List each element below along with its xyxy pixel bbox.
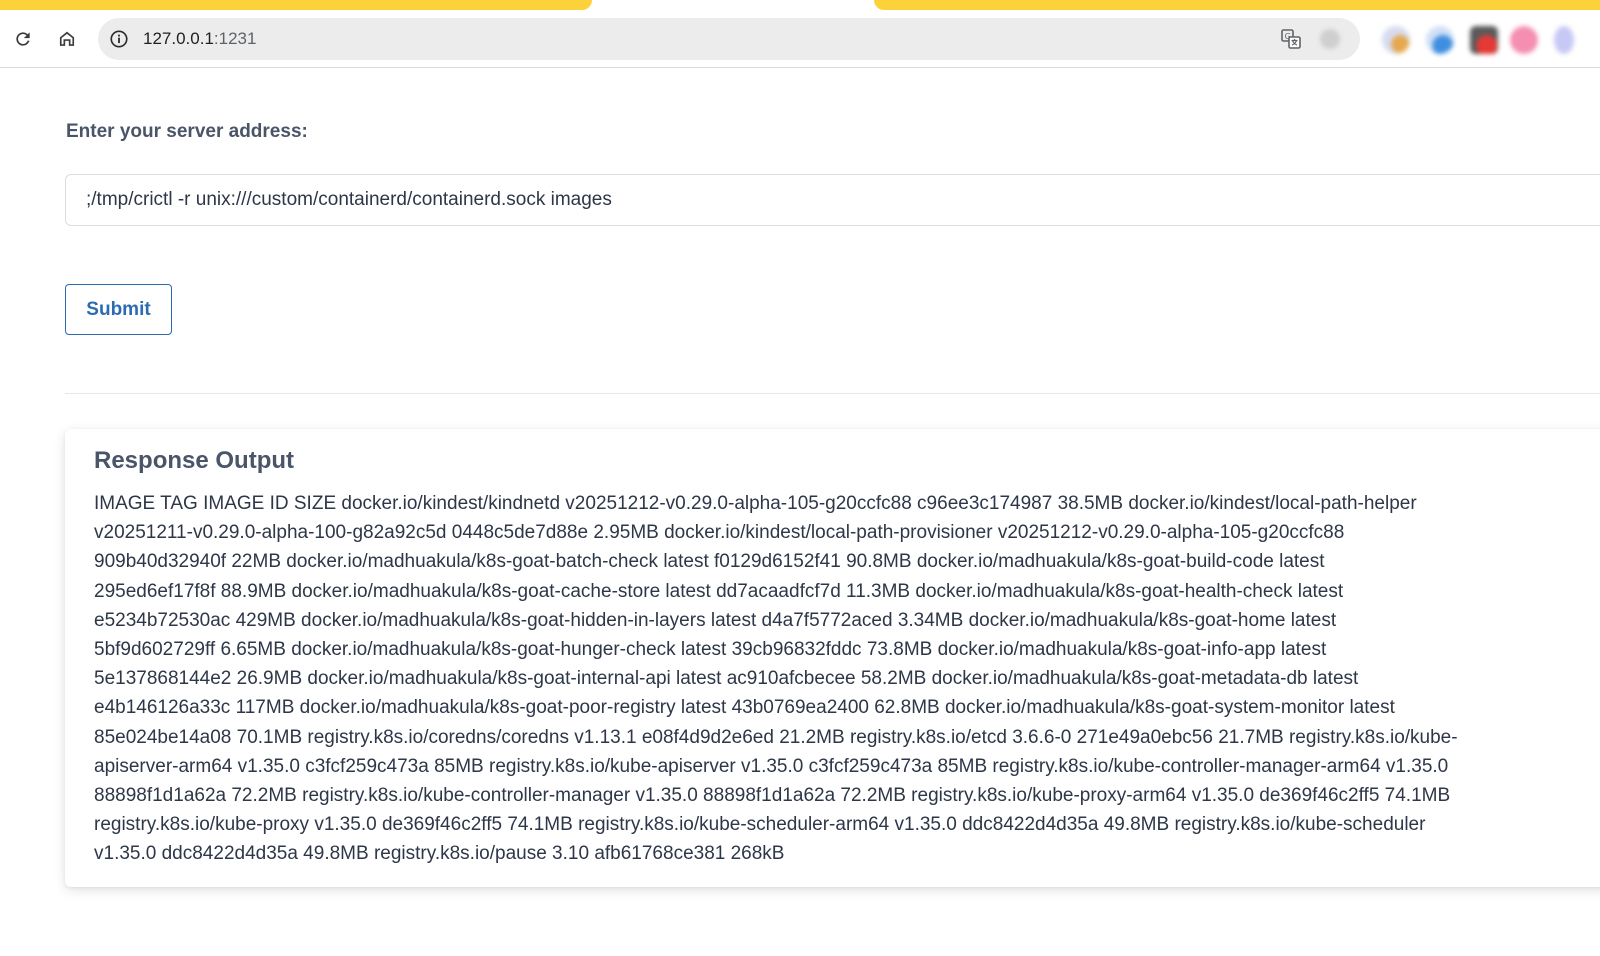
browser-tab-right[interactable] — [874, 0, 1600, 10]
extension-icon-1[interactable] — [1382, 26, 1410, 54]
reload-button[interactable] — [8, 24, 38, 54]
response-line: 5bf9d602729ff 6.65MB docker.io/madhuakul… — [94, 639, 1327, 661]
reload-icon — [16, 32, 30, 46]
info-icon — [110, 30, 128, 48]
response-output: IMAGE TAG IMAGE ID SIZE docker.io/kindes… — [94, 489, 1544, 869]
server-address-label: Enter your server address: — [66, 121, 308, 142]
response-line: 295ed6ef17f8f 88.9MB docker.io/madhuakul… — [94, 580, 1344, 602]
response-line: 88898f1d1a62a 72.2MB registry.k8s.io/kub… — [94, 785, 1451, 807]
response-line: v1.35.0 ddc8422d4d35a 49.8MB registry.k8… — [94, 843, 785, 865]
omnibox-extension-icon[interactable] — [1320, 29, 1340, 49]
response-card: Response Output IMAGE TAG IMAGE ID SIZE … — [65, 429, 1600, 887]
tab-strip — [0, 0, 1600, 10]
response-line: e5234b72530ac 429MB docker.io/madhuakula… — [94, 609, 1337, 631]
submit-button[interactable]: Submit — [65, 284, 172, 335]
response-title: Response Output — [94, 447, 295, 474]
site-info-button[interactable] — [108, 28, 130, 50]
page-content: Enter your server address: Submit Respon… — [0, 69, 1600, 956]
response-line: 85e024be14a08 70.1MB registry.k8s.io/cor… — [94, 726, 1458, 748]
address-url[interactable]: 127.0.0.1:1231 — [143, 29, 256, 49]
response-line: 5e137868144e2 26.9MB docker.io/madhuakul… — [94, 668, 1359, 690]
response-line: 909b40d32940f 22MB docker.io/madhuakula/… — [94, 551, 1325, 573]
response-line: apiserver-arm64 v1.35.0 c3fcf259c473a 85… — [94, 755, 1449, 777]
extension-icon-2[interactable] — [1426, 26, 1454, 54]
response-line: e4b146126a33c 117MB docker.io/madhuakula… — [94, 697, 1395, 719]
response-line: IMAGE TAG IMAGE ID SIZE docker.io/kindes… — [94, 493, 1417, 514]
url-port: :1231 — [213, 29, 257, 48]
home-icon — [59, 31, 75, 46]
translate-icon[interactable]: G — [1280, 28, 1302, 50]
divider — [65, 393, 1600, 394]
browser-toolbar: 127.0.0.1:1231 G — [0, 10, 1600, 68]
extension-icon-5[interactable] — [1554, 26, 1574, 54]
address-bar[interactable]: 127.0.0.1:1231 G — [98, 18, 1360, 60]
extension-icon-3[interactable] — [1470, 26, 1498, 54]
home-button[interactable] — [52, 24, 82, 54]
response-line: registry.k8s.io/kube-proxy v1.35.0 de369… — [94, 814, 1426, 836]
extension-icon-4[interactable] — [1510, 26, 1538, 54]
url-host: 127.0.0.1 — [143, 29, 214, 48]
response-line: v20251211-v0.29.0-alpha-100-g82a92c5d 04… — [94, 522, 1345, 544]
browser-tab-left[interactable] — [0, 0, 592, 10]
server-address-input[interactable] — [65, 174, 1600, 226]
